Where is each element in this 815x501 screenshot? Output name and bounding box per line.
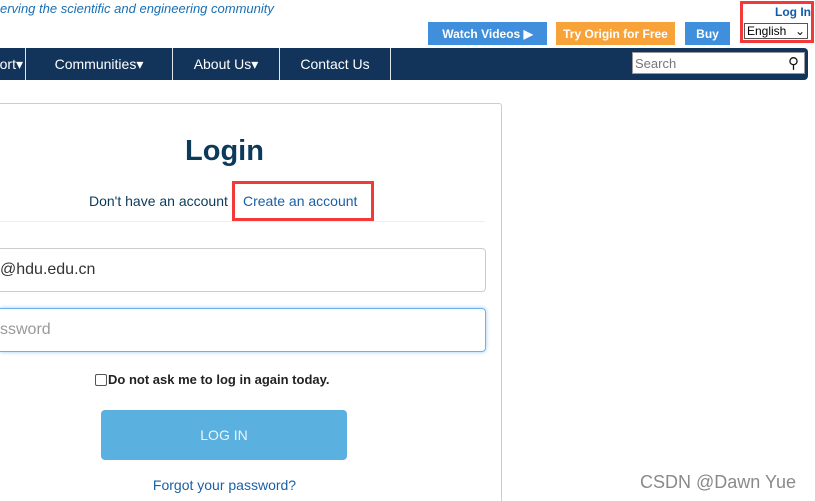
page-title: Login (185, 135, 264, 167)
watch-videos-button[interactable]: Watch Videos ▶ (428, 22, 547, 45)
remember-label: Do not ask me to log in again today. (108, 372, 330, 387)
search-icon[interactable]: ⚲ (788, 54, 804, 72)
highlight-box (232, 181, 374, 221)
chevron-down-icon: ⌄ (794, 24, 805, 38)
play-circle-icon: ▶ (523, 26, 533, 41)
nav-item-support-label: ort (0, 56, 16, 72)
remember-checkbox-row[interactable]: Do not ask me to log in again today. (95, 372, 330, 387)
email-field[interactable]: @hdu.edu.cn (0, 248, 486, 292)
password-field[interactable]: ssword (0, 308, 486, 352)
log-in-link[interactable]: Log In (775, 5, 811, 19)
watch-videos-label: Watch Videos (442, 26, 521, 41)
watermark: CSDN @Dawn Yue (640, 472, 797, 492)
no-account-text: Don't have an account (89, 193, 228, 209)
nav-item-about-us-label: About Us (193, 56, 252, 72)
nav-item-about-us[interactable]: About Us ▾ (173, 48, 280, 80)
language-value: English (747, 24, 787, 38)
remember-checkbox[interactable] (95, 373, 107, 386)
log-in-button[interactable]: LOG IN (101, 410, 347, 460)
buy-button[interactable]: Buy (685, 22, 730, 45)
try-origin-button[interactable]: Try Origin for Free (556, 22, 675, 45)
nav-item-communities-label: Communities (54, 56, 137, 72)
nav-item-support[interactable]: ort ▾ (0, 48, 26, 80)
forgot-password-link[interactable]: Forgot your password? (0, 477, 449, 493)
tagline: erving the scientific and engineering co… (0, 1, 274, 16)
nav-item-contact-us[interactable]: Contact Us (280, 48, 391, 80)
language-select[interactable]: English ⌄ (744, 23, 808, 39)
nav-item-communities[interactable]: Communities ▾ (26, 48, 173, 80)
divider (0, 221, 485, 222)
search-input[interactable]: Search ⚲ (632, 52, 805, 74)
search-placeholder: Search (635, 55, 677, 71)
